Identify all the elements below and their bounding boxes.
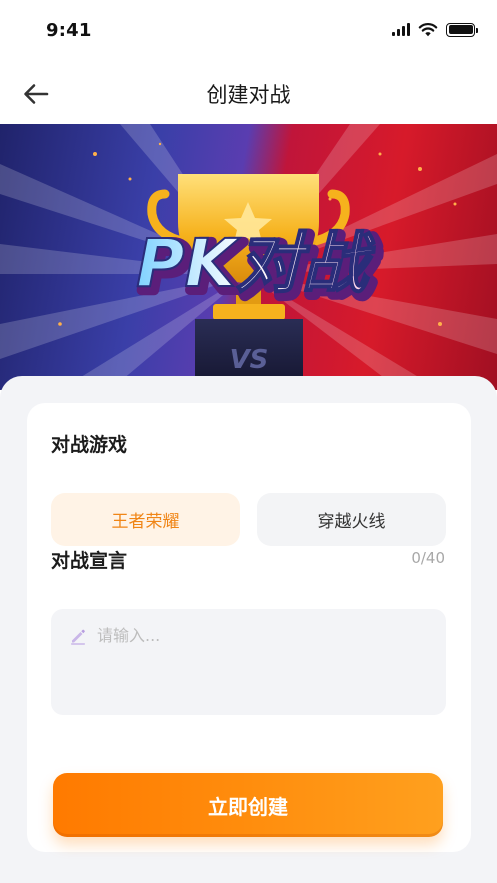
battery-icon bbox=[446, 22, 478, 37]
status-icons bbox=[392, 22, 478, 37]
game-option-wangzhe[interactable]: 王者荣耀 bbox=[51, 493, 240, 546]
vs-label: VS bbox=[230, 345, 269, 375]
pencil-icon bbox=[71, 629, 85, 645]
status-bar: 9:41 bbox=[0, 0, 497, 66]
nav-bar: 创建对战 bbox=[0, 66, 497, 122]
wifi-icon bbox=[418, 23, 438, 37]
page-title: 创建对战 bbox=[206, 83, 291, 107]
pk-title: PK对战 bbox=[136, 225, 376, 302]
declaration-title: 对战宣言 bbox=[51, 550, 128, 572]
form-card: 对战游戏 王者荣耀 穿越火线 对战宣言 0/40 立即创建 bbox=[27, 403, 471, 852]
signal-icon bbox=[392, 23, 410, 36]
form-sheet: 对战游戏 王者荣耀 穿越火线 对战宣言 0/40 立即创建 bbox=[0, 376, 497, 883]
declaration-input[interactable] bbox=[97, 622, 427, 702]
create-button[interactable]: 立即创建 bbox=[53, 773, 443, 837]
status-time: 9:41 bbox=[46, 20, 92, 41]
banner-illustration: VS PK对战 PK对战 bbox=[0, 124, 497, 390]
declaration-field[interactable] bbox=[51, 609, 446, 715]
char-counter: 0/40 bbox=[411, 549, 445, 567]
pk-banner: VS PK对战 PK对战 bbox=[0, 124, 497, 390]
game-option-chuanyue[interactable]: 穿越火线 bbox=[257, 493, 446, 546]
game-section-title: 对战游戏 bbox=[51, 434, 128, 456]
